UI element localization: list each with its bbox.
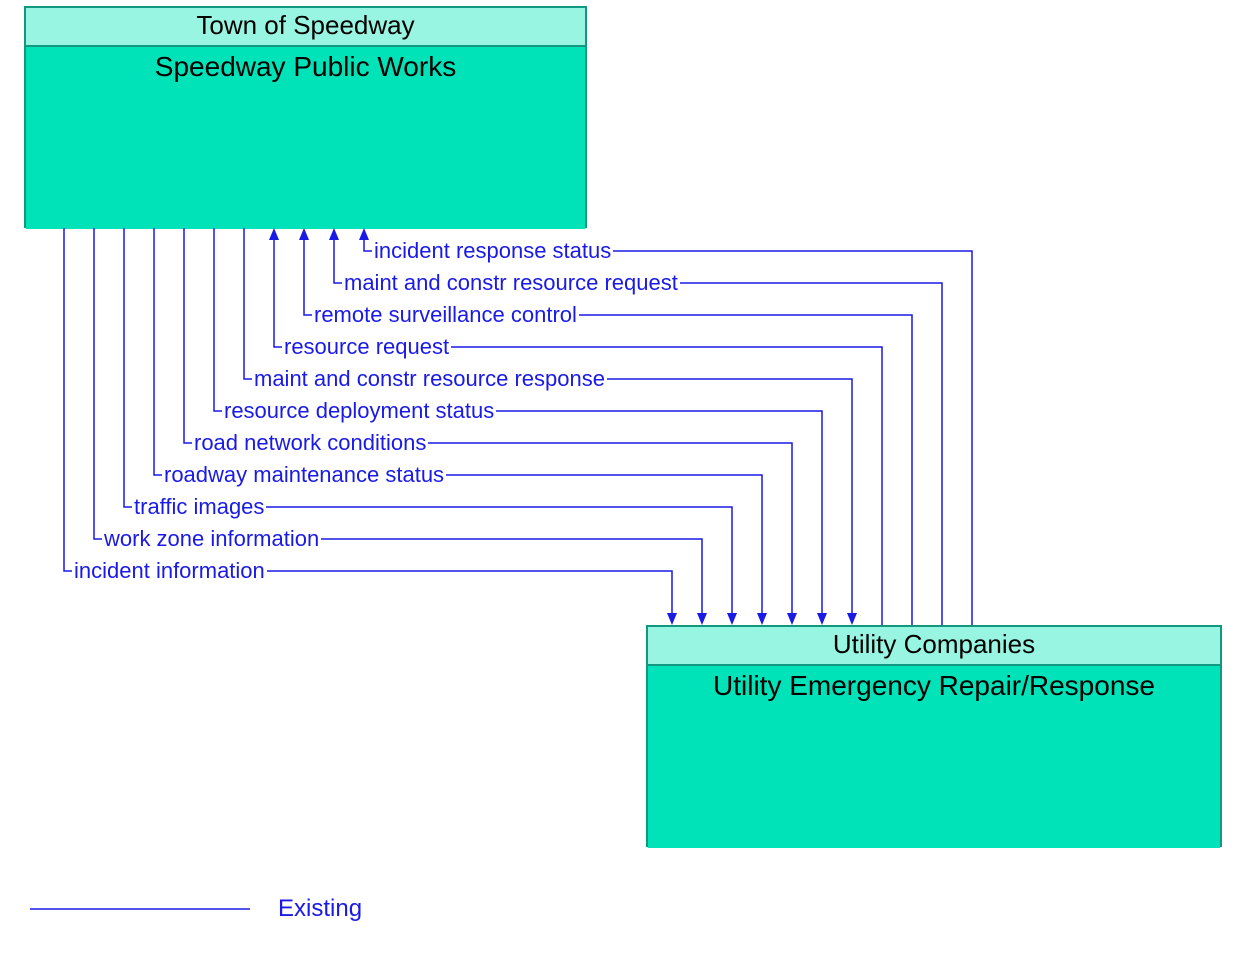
entity-utility-emergency-repair: Utility Companies Utility Emergency Repa… [646, 625, 1222, 847]
flow-label: maint and constr resource request [342, 270, 680, 296]
flow-label: work zone information [102, 526, 321, 552]
flow-label: resource deployment status [222, 398, 496, 424]
entity-name-label: Utility Emergency Repair/Response [648, 666, 1220, 848]
flow-label: resource request [282, 334, 451, 360]
entity-owner-label: Utility Companies [648, 627, 1220, 666]
entity-owner-label: Town of Speedway [26, 8, 585, 47]
flow-label: road network conditions [192, 430, 428, 456]
diagram-canvas: Town of Speedway Speedway Public Works U… [0, 0, 1252, 957]
entity-speedway-public-works: Town of Speedway Speedway Public Works [24, 6, 587, 228]
legend-existing-label: Existing [278, 895, 362, 923]
flow-label: maint and constr resource response [252, 366, 607, 392]
flow-label: remote surveillance control [312, 302, 579, 328]
flow-label: traffic images [132, 494, 266, 520]
flow-label: incident information [72, 558, 267, 584]
entity-name-label: Speedway Public Works [26, 47, 585, 229]
flow-label: roadway maintenance status [162, 462, 446, 488]
flow-label: incident response status [372, 238, 613, 264]
